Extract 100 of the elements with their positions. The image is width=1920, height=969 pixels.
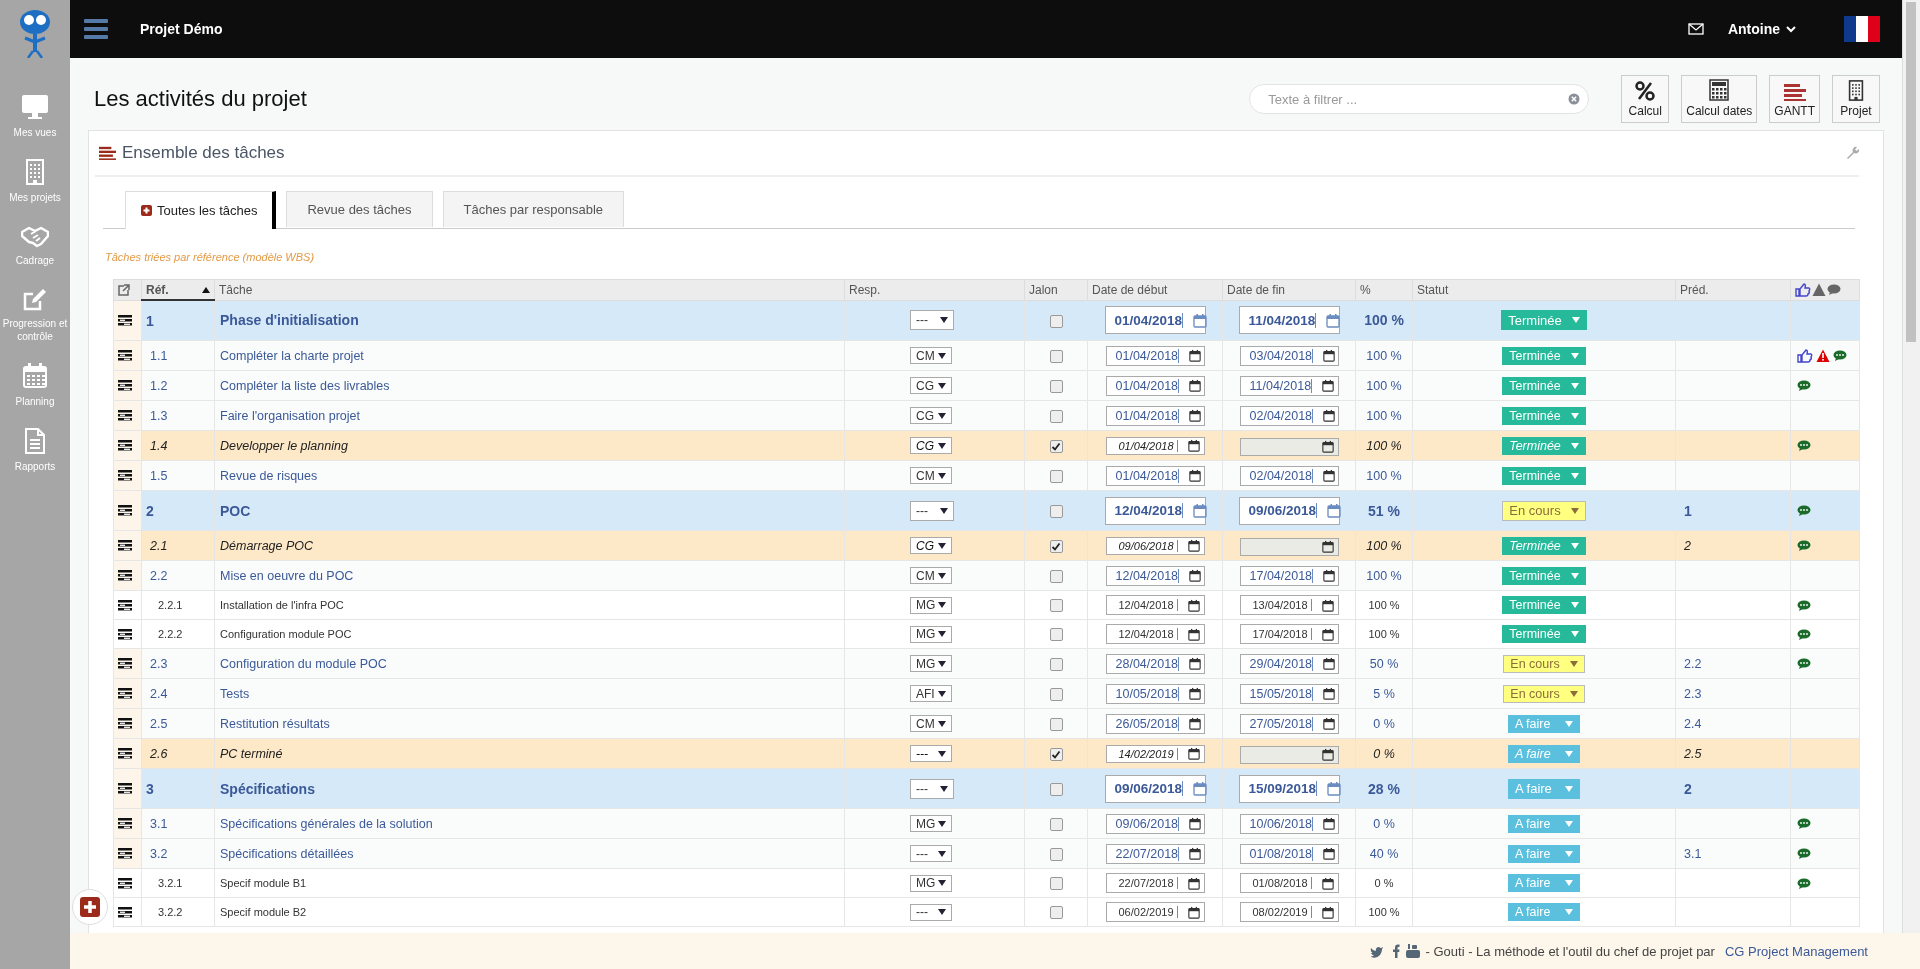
calendar-icon[interactable] <box>1189 409 1202 422</box>
task-name[interactable]: Revue de risques <box>220 468 318 483</box>
bars-icon[interactable] <box>118 470 132 481</box>
date-field[interactable]: 12/04/2018 <box>1105 595 1205 615</box>
toolbar-button[interactable]: Projet <box>1832 75 1880 123</box>
calendar-icon[interactable] <box>1321 905 1334 919</box>
checkbox[interactable] <box>1049 876 1063 890</box>
menu-icon[interactable] <box>84 19 108 39</box>
date-field[interactable]: 01/04/2018 <box>1105 405 1205 426</box>
checkbox[interactable] <box>1049 315 1063 329</box>
checkbox[interactable] <box>1049 657 1063 671</box>
task-name[interactable]: Configuration du module POC <box>220 656 387 671</box>
youtube-icon[interactable] <box>1405 944 1420 958</box>
date-field[interactable]: 28/04/2018 <box>1105 653 1205 674</box>
clear-icon[interactable] <box>1568 93 1581 105</box>
bars-icon[interactable] <box>118 410 132 421</box>
user-menu[interactable]: Antoine <box>1727 21 1796 37</box>
date-field[interactable]: 02/04/2018 <box>1239 405 1339 426</box>
date-field[interactable]: 12/04/2018 <box>1105 565 1205 586</box>
date-field[interactable]: 29/04/2018 <box>1239 653 1339 674</box>
task-name[interactable]: Phase d'initialisation <box>220 312 359 329</box>
date-field[interactable]: 22/07/2018 <box>1105 873 1205 893</box>
date-field[interactable]: 03/04/2018 <box>1239 345 1339 366</box>
resp-select[interactable]: CM <box>910 567 952 584</box>
calendar-icon[interactable] <box>1189 349 1202 362</box>
bars-icon[interactable] <box>118 440 132 451</box>
date-field[interactable] <box>1239 437 1339 456</box>
resp-select[interactable]: MG <box>910 596 952 614</box>
bars-icon[interactable] <box>118 848 132 859</box>
date-field[interactable]: 02/04/2018 <box>1239 465 1339 486</box>
task-name[interactable]: PC terminé <box>220 746 283 761</box>
calendar-icon[interactable] <box>1323 349 1336 362</box>
calendar-icon[interactable] <box>1321 440 1334 453</box>
logo-icon[interactable] <box>19 8 51 58</box>
calendar-icon[interactable] <box>1323 687 1336 700</box>
calendar-icon[interactable] <box>1187 876 1200 890</box>
resp-select[interactable]: CG <box>910 437 952 454</box>
bars-icon[interactable] <box>118 783 132 794</box>
mail-icon[interactable] <box>1687 23 1704 35</box>
checkbox[interactable] <box>1049 747 1063 761</box>
date-field[interactable]: 09/06/2018 <box>1238 496 1340 525</box>
resp-select[interactable]: --- <box>910 310 954 331</box>
resp-select[interactable]: MG <box>910 625 952 643</box>
checkbox[interactable] <box>1049 409 1063 423</box>
checkbox[interactable] <box>1049 505 1063 519</box>
date-field[interactable]: 01/04/2018 <box>1105 345 1205 366</box>
calendar-icon[interactable] <box>1323 409 1336 422</box>
checkbox[interactable] <box>1049 817 1063 831</box>
calendar-icon[interactable] <box>1189 569 1202 582</box>
date-field[interactable]: 10/05/2018 <box>1105 683 1205 704</box>
calendar-icon[interactable] <box>1189 469 1202 482</box>
checkbox[interactable] <box>1049 569 1063 583</box>
resp-select[interactable]: AFI <box>910 685 952 702</box>
calendar-icon[interactable] <box>1323 569 1336 582</box>
bars-icon[interactable] <box>118 658 132 669</box>
date-field[interactable]: 12/04/2018 <box>1104 496 1206 525</box>
calendar-icon[interactable] <box>1189 657 1202 670</box>
date-field[interactable]: 06/02/2019 <box>1105 902 1205 922</box>
date-field[interactable]: 11/04/2018 <box>1238 306 1340 335</box>
bars-icon[interactable] <box>118 748 132 759</box>
calendar-icon[interactable] <box>1323 817 1336 830</box>
resp-select[interactable]: --- <box>910 745 952 762</box>
checkbox[interactable] <box>1049 905 1063 919</box>
resp-select[interactable]: --- <box>910 778 954 799</box>
date-field[interactable]: 22/07/2018 <box>1105 843 1205 864</box>
calendar-icon[interactable] <box>1187 598 1200 612</box>
calendar-icon[interactable] <box>1187 439 1200 452</box>
task-name[interactable]: Restitution résultats <box>220 716 330 731</box>
resp-select[interactable]: --- <box>910 845 952 862</box>
calendar-icon[interactable] <box>1321 540 1334 553</box>
status-dropdown[interactable]: En cours <box>1502 500 1586 521</box>
checkbox[interactable] <box>1049 469 1063 483</box>
calendar-icon[interactable] <box>1187 747 1200 760</box>
date-field[interactable]: 01/04/2018 <box>1105 465 1205 486</box>
date-field[interactable]: 09/06/2018 <box>1104 774 1206 803</box>
date-field[interactable]: 09/06/2018 <box>1105 536 1205 555</box>
bars-icon[interactable] <box>118 380 132 391</box>
calendar-icon[interactable] <box>1189 379 1202 392</box>
calendar-icon[interactable] <box>1323 657 1336 670</box>
status-dropdown[interactable]: En cours <box>1503 654 1585 673</box>
calendar-icon[interactable] <box>1187 627 1200 641</box>
bars-icon[interactable] <box>118 688 132 699</box>
checkbox[interactable] <box>1049 783 1063 797</box>
checkbox[interactable] <box>1049 847 1063 861</box>
bars-icon[interactable] <box>118 350 132 361</box>
checkbox[interactable] <box>1049 598 1063 612</box>
calendar-icon[interactable] <box>1321 598 1334 612</box>
calendar-icon[interactable] <box>1187 539 1200 552</box>
task-name[interactable]: Spécifications générales de la solution <box>220 816 433 831</box>
task-name[interactable]: Spécifications <box>220 780 315 797</box>
resp-select[interactable]: CM <box>910 347 952 364</box>
resp-select[interactable]: CM <box>910 467 952 484</box>
date-field[interactable]: 01/04/2018 <box>1105 375 1205 396</box>
date-field[interactable]: 17/04/2018 <box>1239 565 1339 586</box>
date-field[interactable]: 12/04/2018 <box>1105 624 1205 644</box>
toolbar-button[interactable]: Calcul dates <box>1681 75 1758 123</box>
checkbox[interactable] <box>1049 379 1063 393</box>
resp-select[interactable]: MG <box>910 655 952 672</box>
task-name[interactable]: Installation de l'infra POC <box>220 599 344 611</box>
task-name[interactable]: Compléter la charte projet <box>220 348 364 363</box>
